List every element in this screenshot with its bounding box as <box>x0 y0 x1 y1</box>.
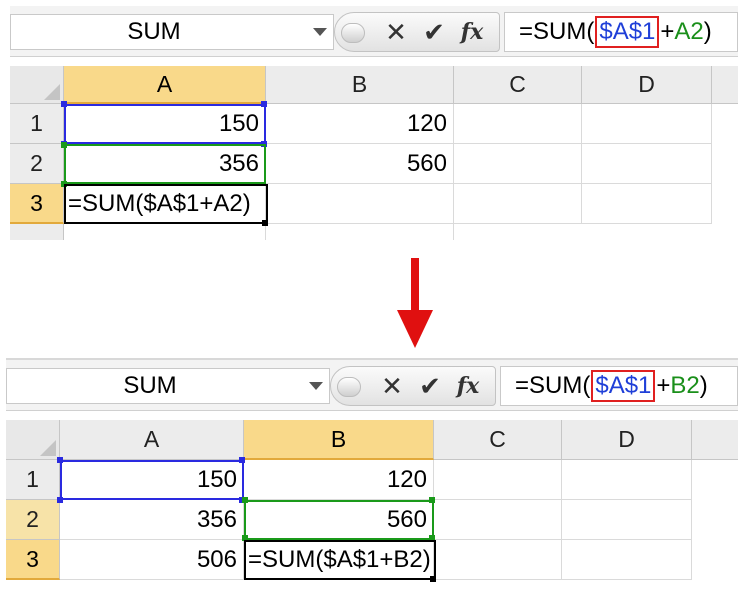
select-all-corner[interactable] <box>10 66 64 104</box>
ref-handle[interactable] <box>429 535 435 541</box>
resize-grip-icon[interactable] <box>337 377 361 397</box>
column-header-d[interactable]: D <box>562 420 692 460</box>
cell-b2[interactable]: 560 <box>244 500 434 540</box>
chevron-down-icon[interactable] <box>309 382 323 390</box>
formula-ref-relative: B2 <box>670 372 700 399</box>
cell-d3[interactable] <box>562 540 692 580</box>
ref-handle[interactable] <box>242 497 248 503</box>
row-header-2[interactable]: 2 <box>10 144 64 184</box>
cell-a2[interactable]: 356 <box>64 144 266 184</box>
formula-bar: SUM ✕ ✔ fx =SUM($A$1 + B2) <box>6 360 738 411</box>
cell-d2[interactable] <box>582 144 712 184</box>
cell-a2[interactable]: 356 <box>60 500 244 540</box>
formula-bar: SUM ✕ ✔ fx =SUM($A$1 + A2) <box>10 6 738 57</box>
formula-suffix: ) <box>699 372 708 399</box>
ref-handle[interactable] <box>239 457 245 463</box>
column-header-c[interactable]: C <box>454 66 582 104</box>
cell-b3[interactable]: =SUM($A$1+B2) <box>244 540 434 580</box>
chevron-down-icon[interactable] <box>313 28 327 36</box>
cell-d3[interactable] <box>582 184 712 224</box>
cell-c1[interactable] <box>454 104 582 144</box>
formula-buttons: ✕ ✔ fx <box>330 366 496 406</box>
ref-handle[interactable] <box>429 497 435 503</box>
cell-b3[interactable] <box>266 184 454 224</box>
formula-ref-absolute: $A$1 <box>595 16 660 48</box>
ref-handle[interactable] <box>261 141 267 147</box>
checkmark-icon[interactable]: ✔ <box>417 15 451 49</box>
row-header-2[interactable]: 2 <box>6 500 60 540</box>
row-header-4-partial[interactable] <box>10 224 64 240</box>
name-box-value: SUM <box>123 372 177 399</box>
cell-a3[interactable]: =SUM($A$1+A2) <box>64 184 266 224</box>
down-arrow-icon <box>397 258 433 348</box>
column-header-b[interactable]: B <box>266 66 454 104</box>
column-header-a[interactable]: A <box>60 420 244 460</box>
cell-b2[interactable]: 560 <box>266 144 454 184</box>
top-spreadsheet-screenshot: SUM ✕ ✔ fx =SUM($A$1 + A2) A B C D 1 2 3 1… <box>10 6 738 240</box>
cell-b1[interactable]: 120 <box>244 460 434 500</box>
row-header-3[interactable]: 3 <box>6 540 60 580</box>
ref-handle[interactable] <box>57 457 63 463</box>
bottom-spreadsheet-screenshot: SUM ✕ ✔ fx =SUM($A$1 + B2) A B C D 1 2 3 1… <box>6 358 738 592</box>
formula-suffix: ) <box>703 18 712 45</box>
ref-handle[interactable] <box>61 142 67 148</box>
column-header-partial[interactable] <box>712 66 738 104</box>
formula-input[interactable]: =SUM($A$1 + A2) <box>504 12 738 52</box>
name-box[interactable]: SUM <box>6 368 330 404</box>
formula-ref-absolute: $A$1 <box>591 370 656 402</box>
worksheet-grid: A B C D 1 2 3 150 120 356 560 =SUM($A$1+… <box>10 66 738 240</box>
column-header-c[interactable]: C <box>434 420 562 460</box>
column-header-a[interactable]: A <box>64 66 266 104</box>
ref-handle[interactable] <box>261 101 267 107</box>
close-icon[interactable]: ✕ <box>379 15 413 49</box>
cell-d1[interactable] <box>582 104 712 144</box>
ref-handle[interactable] <box>57 497 63 503</box>
name-box-value: SUM <box>127 18 181 45</box>
cell-c2[interactable] <box>454 144 582 184</box>
select-all-corner[interactable] <box>6 420 60 460</box>
column-header-d[interactable]: D <box>582 66 712 104</box>
formula-plus: + <box>656 372 671 399</box>
fill-handle[interactable] <box>262 220 268 226</box>
cell-a4[interactable] <box>64 224 266 240</box>
ref-handle[interactable] <box>61 101 67 107</box>
formula-buttons: ✕ ✔ fx <box>334 12 500 52</box>
formula-input[interactable]: =SUM($A$1 + B2) <box>500 366 738 406</box>
ref-handle[interactable] <box>61 181 67 187</box>
cell-c3[interactable] <box>454 184 582 224</box>
cell-a3[interactable]: 506 <box>60 540 244 580</box>
cell-c1[interactable] <box>434 460 562 500</box>
row-header-1[interactable]: 1 <box>6 460 60 500</box>
row-header-1[interactable]: 1 <box>10 104 64 144</box>
cell-a1[interactable]: 150 <box>64 104 266 144</box>
cell-a1[interactable]: 150 <box>60 460 244 500</box>
cell-d1[interactable] <box>562 460 692 500</box>
cell-d2[interactable] <box>562 500 692 540</box>
formula-plus: + <box>660 18 675 45</box>
ref-handle[interactable] <box>242 535 248 541</box>
insert-function-icon[interactable]: fx <box>451 369 485 403</box>
column-header-b[interactable]: B <box>244 420 434 460</box>
fill-handle[interactable] <box>430 576 436 582</box>
formula-prefix: =SUM( <box>519 18 595 45</box>
formula-ref-relative: A2 <box>674 18 704 45</box>
worksheet-grid: A B C D 1 2 3 150 120 356 560 506 =SUM($… <box>6 420 738 592</box>
cell-c3[interactable] <box>434 540 562 580</box>
name-box[interactable]: SUM <box>10 14 334 50</box>
close-icon[interactable]: ✕ <box>375 369 409 403</box>
row-header-3[interactable]: 3 <box>10 184 64 224</box>
resize-grip-icon[interactable] <box>341 23 365 43</box>
insert-function-icon[interactable]: fx <box>455 15 489 49</box>
column-header-partial[interactable] <box>692 420 738 460</box>
checkmark-icon[interactable]: ✔ <box>413 369 447 403</box>
cell-c2[interactable] <box>434 500 562 540</box>
cell-b4[interactable] <box>266 224 454 240</box>
formula-prefix: =SUM( <box>515 372 591 399</box>
cell-b1[interactable]: 120 <box>266 104 454 144</box>
